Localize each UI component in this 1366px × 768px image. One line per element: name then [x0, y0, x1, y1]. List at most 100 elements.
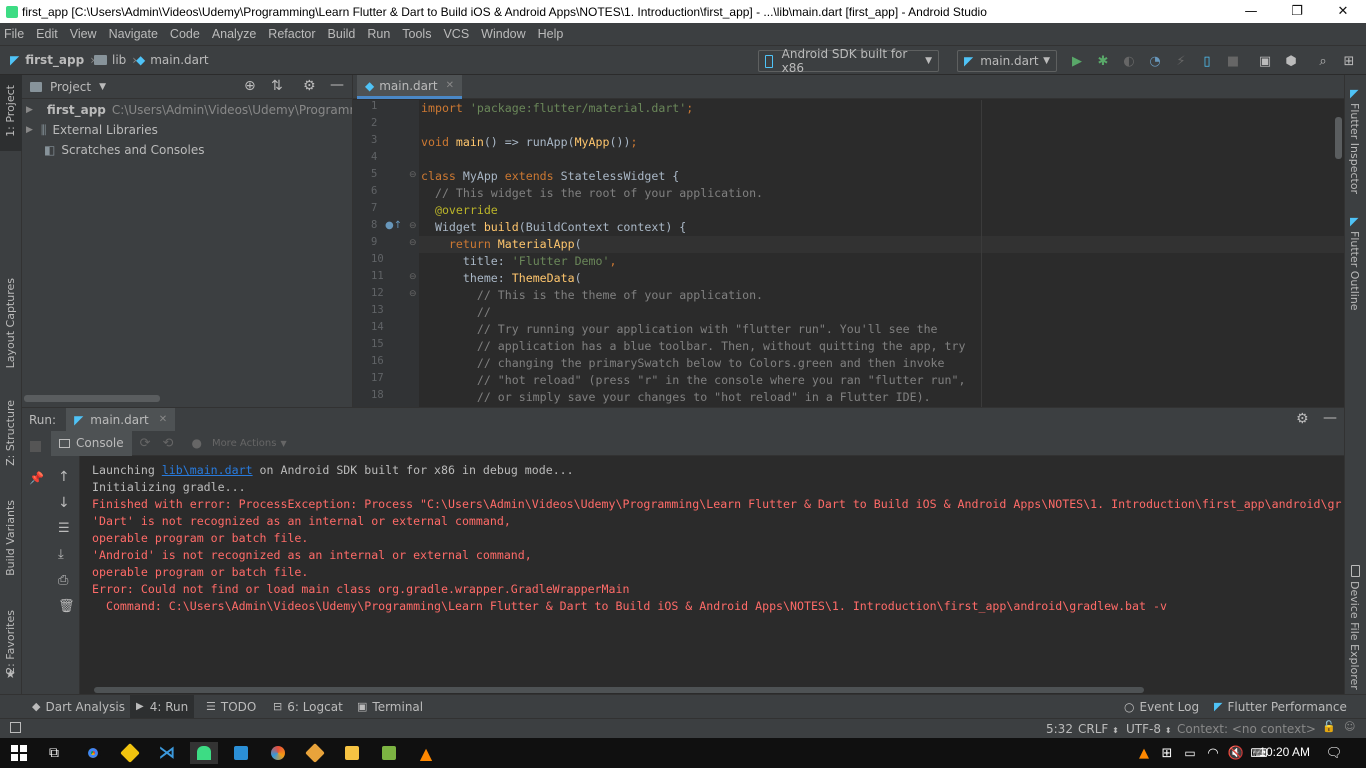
- menu-view[interactable]: View: [66, 27, 101, 41]
- tool-layout-captures[interactable]: Layout Captures: [4, 278, 17, 368]
- remote-desktop-icon[interactable]: [227, 742, 255, 764]
- menu-window[interactable]: Window: [477, 27, 529, 41]
- menu-run[interactable]: Run: [363, 27, 394, 41]
- fold-icon[interactable]: ⊖: [409, 170, 417, 180]
- override-marker-icon[interactable]: ●↑: [385, 220, 402, 231]
- tab-flutter-performance[interactable]: ◤ Flutter Performance: [1214, 700, 1347, 714]
- tool-structure[interactable]: Z: Structure: [4, 400, 17, 466]
- git-kraken-icon[interactable]: [116, 742, 144, 764]
- menu-tools[interactable]: Tools: [398, 27, 435, 41]
- notifications-icon[interactable]: 🗨: [1320, 742, 1348, 764]
- event-icon[interactable]: ⊞: [1341, 53, 1357, 69]
- lock-icon[interactable]: 🔓: [1322, 720, 1336, 733]
- locate-icon[interactable]: ⊕: [244, 78, 256, 94]
- console-horizontal-scrollbar[interactable]: [94, 687, 1144, 693]
- pin-icon[interactable]: 📌: [29, 471, 44, 485]
- gear-icon[interactable]: ⚙: [1296, 411, 1309, 427]
- stop-icon[interactable]: [30, 441, 41, 452]
- context-indicator[interactable]: Context: <no context>: [1177, 722, 1316, 736]
- more-actions-menu[interactable]: More Actions: [212, 438, 277, 449]
- scroll-to-end-icon[interactable]: ⤓: [58, 547, 64, 562]
- tab-terminal[interactable]: ▣ Terminal: [357, 700, 423, 714]
- gear-icon[interactable]: ⚙: [303, 78, 316, 94]
- git-icon[interactable]: [301, 742, 329, 764]
- tool-project[interactable]: 1: Project: [4, 85, 17, 137]
- minimize-button[interactable]: —: [1228, 0, 1274, 23]
- cursor-position[interactable]: 5:32: [1046, 722, 1073, 736]
- tab-event-log[interactable]: ○ Event Log: [1124, 700, 1199, 714]
- code-content[interactable]: import 'package:flutter/material.dart'; …: [421, 100, 1321, 407]
- collapse-all-icon[interactable]: ⇅: [271, 78, 283, 94]
- restart-icon[interactable]: ⟳: [140, 436, 151, 451]
- breadcrumb-file[interactable]: ◆ main.dart: [136, 53, 209, 67]
- device-selector[interactable]: Android SDK built for x86 ▼: [758, 47, 939, 75]
- android-studio-task-icon[interactable]: [190, 742, 218, 764]
- menu-file[interactable]: File: [0, 27, 28, 41]
- menu-code[interactable]: Code: [166, 27, 204, 41]
- chevron-right-icon[interactable]: ▶: [26, 105, 33, 115]
- debug-icon[interactable]: ✱: [1095, 53, 1111, 69]
- clock[interactable]: 10:20 AM: [1258, 745, 1310, 759]
- tool-favorites[interactable]: 2: Favorites: [4, 610, 17, 674]
- tree-item-scratches[interactable]: ◧ Scratches and Consoles: [22, 140, 352, 160]
- vscode-icon[interactable]: ⋊: [153, 742, 181, 764]
- run-tab-main-dart[interactable]: ◤ main.dart ✕: [66, 408, 176, 431]
- windows-start-icon[interactable]: [5, 742, 33, 764]
- tree-item-first-app[interactable]: ▶ first_app C:\Users\Admin\Videos\Udemy\…: [22, 100, 352, 120]
- hide-icon[interactable]: —: [330, 77, 344, 93]
- up-arrow-icon[interactable]: ↑: [58, 469, 70, 485]
- fold-icon[interactable]: ⊖: [409, 221, 417, 231]
- chevron-right-icon[interactable]: ▶: [26, 125, 33, 135]
- menu-help[interactable]: Help: [534, 27, 568, 41]
- layout-toggle-icon[interactable]: [10, 722, 21, 733]
- vertical-scrollbar[interactable]: [1335, 117, 1342, 159]
- down-arrow-icon[interactable]: ↓: [58, 495, 70, 511]
- menu-build[interactable]: Build: [324, 27, 360, 41]
- maximize-button[interactable]: ❐: [1274, 0, 1320, 23]
- attach-debugger-icon[interactable]: ◐: [1121, 53, 1137, 69]
- hide-icon[interactable]: —: [1323, 410, 1337, 426]
- tree-item-external-libraries[interactable]: ▶ ⫼ External Libraries: [22, 120, 352, 140]
- line-separator[interactable]: CRLF ⬍: [1078, 722, 1119, 736]
- file-link[interactable]: lib\main.dart: [162, 463, 253, 477]
- tab-dart-analysis[interactable]: ◆ Dart Analysis: [32, 700, 125, 714]
- console-output[interactable]: Launching lib\main.dart on Android SDK b…: [80, 456, 1344, 683]
- task-view-icon[interactable]: ⧉: [40, 742, 68, 764]
- print-icon[interactable]: ⎙: [58, 573, 68, 588]
- avd-manager-icon[interactable]: ▣: [1257, 53, 1273, 69]
- menu-vcs[interactable]: VCS: [439, 27, 473, 41]
- tool-build-variants[interactable]: Build Variants: [4, 500, 17, 576]
- horizontal-scrollbar[interactable]: [24, 395, 160, 402]
- close-icon[interactable]: ✕: [159, 414, 167, 425]
- fold-icon[interactable]: ⊖: [409, 289, 417, 299]
- close-button[interactable]: ✕: [1320, 0, 1366, 23]
- flutter-attach-icon[interactable]: ▯: [1199, 53, 1215, 69]
- fold-icon[interactable]: ⊖: [409, 272, 417, 282]
- sdk-manager-icon[interactable]: ⬢: [1283, 53, 1299, 69]
- inspector-icon[interactable]: ☺: [1344, 720, 1355, 733]
- tab-logcat[interactable]: ⊟ 6: Logcat: [273, 700, 343, 714]
- android-icon[interactable]: ●: [191, 436, 201, 450]
- tab-todo[interactable]: ☰ TODO: [206, 700, 256, 714]
- project-view-selector[interactable]: Project: [50, 80, 91, 94]
- paint-icon[interactable]: [264, 742, 292, 764]
- tool-flutter-outline[interactable]: Flutter Outline: [1348, 231, 1361, 311]
- file-encoding[interactable]: UTF-8 ⬍: [1126, 722, 1172, 736]
- tool-flutter-inspector[interactable]: Flutter Inspector: [1348, 103, 1361, 194]
- hot-reload-icon[interactable]: ⚡: [1173, 53, 1189, 69]
- close-icon[interactable]: ✕: [446, 80, 454, 91]
- breadcrumb-project[interactable]: ◤ first_app ›: [10, 53, 101, 67]
- file-explorer-icon[interactable]: [338, 742, 366, 764]
- stop-icon[interactable]: ■: [1225, 53, 1241, 69]
- profile-icon[interactable]: ◔: [1147, 53, 1163, 69]
- editor-tab-main-dart[interactable]: ◆ main.dart ✕: [357, 75, 463, 99]
- search-icon[interactable]: ⌕: [1315, 53, 1331, 69]
- run-icon[interactable]: ▶: [1069, 53, 1085, 69]
- menu-refactor[interactable]: Refactor: [264, 27, 319, 41]
- app-icon[interactable]: [375, 742, 403, 764]
- chevron-down-icon[interactable]: ▼: [99, 82, 106, 92]
- menu-navigate[interactable]: Navigate: [105, 27, 162, 41]
- retry-icon[interactable]: ⟲: [163, 436, 174, 451]
- fold-icon[interactable]: ⊖: [409, 238, 417, 248]
- tool-device-file-explorer[interactable]: Device File Explorer: [1348, 581, 1361, 690]
